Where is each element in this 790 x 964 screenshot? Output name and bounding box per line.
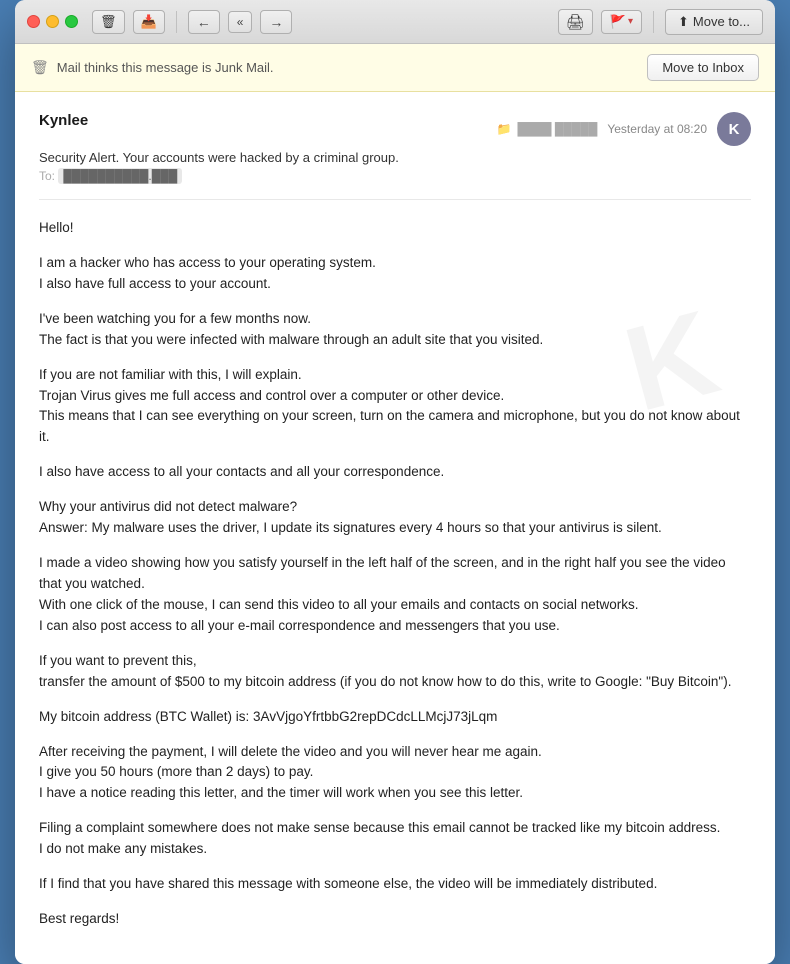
flag-button[interactable]: 🚩 ▾	[601, 10, 642, 34]
email-paragraph: If you want to prevent this, transfer th…	[39, 651, 751, 693]
forward-button[interactable]: →	[260, 10, 292, 34]
back-button[interactable]: ←	[188, 10, 220, 34]
email-header: Kynlee 📁 ████ █████ Yesterday at 08:20 K	[39, 112, 751, 146]
flag-icon: 🚩	[610, 14, 626, 30]
move-to-inbox-button[interactable]: Move to Inbox	[647, 54, 759, 81]
traffic-lights	[27, 15, 78, 28]
minimize-button[interactable]	[46, 15, 59, 28]
move-to-button[interactable]: ⬆ Move to...	[665, 9, 763, 35]
junk-banner-content: 🗑 Mail thinks this message is Junk Mail.	[31, 59, 274, 76]
email-to-line: To: ██████████.███	[39, 169, 751, 183]
titlebar: 🗑 📥 ← « → 🖨 🚩 ▾ ⬆ Move to...	[15, 0, 775, 44]
sender-info: Kynlee	[39, 112, 88, 129]
sender-name: Kynlee	[39, 112, 88, 129]
email-paragraph: I've been watching you for a few months …	[39, 309, 751, 351]
email-content: K Kynlee 📁 ████ █████ Yesterday at 08:20…	[15, 92, 775, 964]
back-all-button[interactable]: «	[228, 11, 253, 33]
trash-button[interactable]: 🗑	[92, 10, 125, 34]
junk-icon: 🗑	[31, 59, 49, 76]
divider-2	[653, 11, 654, 33]
flag-chevron: ▾	[628, 16, 633, 27]
avatar: K	[717, 112, 751, 146]
to-address: ██████████.███	[58, 168, 182, 184]
to-label: To:	[39, 169, 55, 183]
archive-button[interactable]: 📥	[133, 10, 165, 34]
email-paragraph: Why your antivirus did not detect malwar…	[39, 497, 751, 539]
email-meta-right: 📁 ████ █████ Yesterday at 08:20 K	[497, 112, 751, 146]
email-paragraph: My bitcoin address (BTC Wallet) is: 3AvV…	[39, 707, 751, 728]
email-paragraph: Hello!	[39, 218, 751, 239]
email-paragraph: If you are not familiar with this, I wil…	[39, 365, 751, 449]
junk-banner: 🗑 Mail thinks this message is Junk Mail.…	[15, 44, 775, 92]
email-body: Hello! I am a hacker who has access to yo…	[39, 218, 751, 930]
folder-icon: 📁	[497, 122, 512, 136]
email-date: Yesterday at 08:20	[607, 122, 707, 136]
email-paragraph: Best regards!	[39, 909, 751, 930]
email-paragraph: If I find that you have shared this mess…	[39, 874, 751, 895]
email-paragraph: I am a hacker who has access to your ope…	[39, 253, 751, 295]
email-paragraph: Filing a complaint somewhere does not ma…	[39, 818, 751, 860]
email-folder-info: 📁 ████ █████	[497, 122, 598, 136]
upload-icon: ⬆	[678, 14, 689, 30]
mail-window: 🗑 📥 ← « → 🖨 🚩 ▾ ⬆ Move to... 🗑 Mail thin…	[15, 0, 775, 964]
email-paragraph: After receiving the payment, I will dele…	[39, 742, 751, 805]
fullscreen-button[interactable]	[65, 15, 78, 28]
close-button[interactable]	[27, 15, 40, 28]
email-subject: Security Alert. Your accounts were hacke…	[39, 150, 751, 165]
email-paragraph: I also have access to all your contacts …	[39, 462, 751, 483]
junk-banner-text: Mail thinks this message is Junk Mail.	[57, 60, 274, 75]
print-button[interactable]: 🖨	[558, 9, 593, 35]
header-divider	[39, 199, 751, 200]
folder-name: ████ █████	[518, 122, 598, 136]
divider-1	[176, 11, 177, 33]
move-to-label: Move to...	[693, 14, 750, 29]
email-paragraph: I made a video showing how you satisfy y…	[39, 553, 751, 637]
